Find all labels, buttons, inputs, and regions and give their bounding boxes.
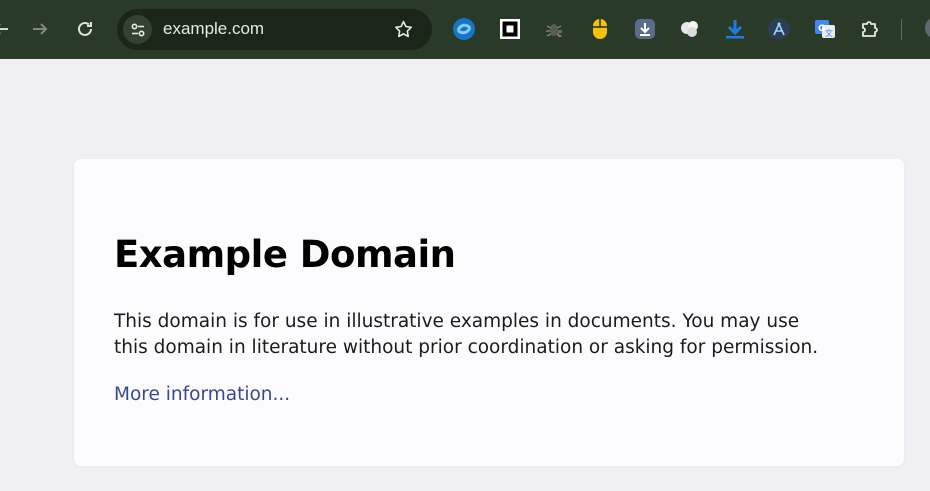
download-box-extension-icon[interactable] [632,16,658,42]
white-blob-extension-icon[interactable] [677,16,703,42]
svg-text:C: C [557,31,562,39]
url-text[interactable]: example.com [163,19,264,39]
tune-icon[interactable] [123,15,152,44]
bug-extension-icon[interactable]: C [541,16,567,42]
star-icon[interactable] [393,19,414,44]
google-translate-extension-icon[interactable]: G文 [812,16,838,42]
yellow-mouse-extension-icon[interactable] [587,16,613,42]
arrow-right-icon[interactable] [25,14,55,44]
arrow-left-icon[interactable] [0,14,16,44]
address-bar[interactable]: example.com [117,9,432,50]
reload-icon[interactable] [70,14,100,44]
puzzle-icon[interactable] [857,16,883,42]
compass-a-extension-icon[interactable] [766,16,792,42]
description-paragraph: This domain is for use in illustrative e… [114,311,819,358]
blue-download-extension-icon[interactable] [722,16,748,42]
page-title: Example Domain [114,233,456,276]
more-information-link[interactable]: More information... [114,382,290,408]
profile-avatar[interactable] [925,17,930,39]
blue-swirl-extension-icon[interactable] [451,16,477,42]
content-card: Example Domain This domain is for use in… [74,159,904,466]
toolbar-divider [901,19,902,40]
svg-text:文: 文 [825,28,833,38]
black-square-extension-icon[interactable] [497,16,523,42]
browser-toolbar: example.com C G文 [0,0,930,59]
